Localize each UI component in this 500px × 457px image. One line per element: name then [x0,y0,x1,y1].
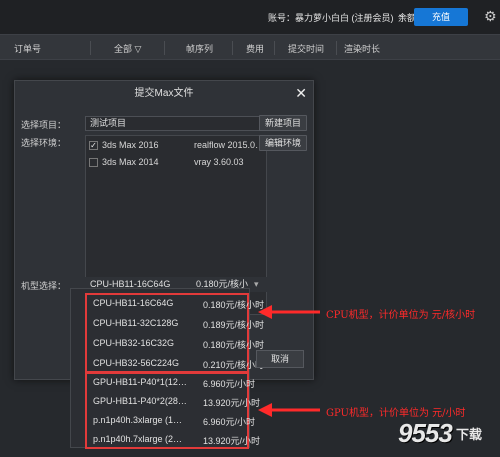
checkbox-icon[interactable] [89,158,98,167]
account-label: 账号：暴力萝小白白 (注册会员) [268,13,394,23]
item-price: 0.180元/核小时 [203,300,265,310]
item-name: p.n1p40h.3xlarge (1… [93,415,183,425]
col-divider [232,41,233,55]
item-price: 13.920元/小时 [203,398,261,408]
item-name: GPU-HB11-P40*2(28… [93,396,187,406]
dropdown-item[interactable]: CPU-HB11-16C64G 0.180元/核小时 [87,293,264,313]
project-label: 选择项目： [21,120,67,130]
item-name: CPU-HB11-32C128G [93,318,179,328]
item-price: 13.920元/小时 [203,436,261,446]
col-cost: 费用 [246,44,265,54]
col-divider [336,41,337,55]
chevron-down-icon: ▾ [254,279,259,289]
dropdown-item[interactable]: CPU-HB11-32C128G 0.189元/核小时 [87,313,264,333]
dropdown-item[interactable]: GPU-HB11-P40*2(28… 13.920元/小时 [87,391,261,411]
gpu-annotation: GPU机型，计价单位为 元/小时 [326,408,466,419]
env-name: 3ds Max 2016 [102,140,159,150]
project-select[interactable]: 测试项目 [85,116,267,131]
gear-icon[interactable]: ⚙ [484,8,498,24]
arrow-icon [258,403,320,417]
recharge-button[interactable]: 充值 [414,8,468,26]
machine-label: 机型选择： [21,281,67,291]
col-frame-seq: 帧序列 [186,44,214,54]
item-name: p.n1p40h.7xlarge (2… [93,434,183,444]
cancel-button[interactable]: 取消 [256,350,304,368]
env-plugin: vray 3.60.03 [194,157,244,167]
dropdown-item[interactable]: CPU-HB32-56C224G 0.210元/核小时 [87,353,264,373]
item-name: GPU-HB11-P40*1(12… [93,377,187,387]
list-item[interactable]: 3ds Max 2014 vray 3.60.03 [86,155,266,171]
chevron-down-icon[interactable]: ⌄ [397,9,405,20]
top-bar: 账号：暴力萝小白白 (注册会员) 余额：11.07 ⌄ 充值 ⚙ [0,0,500,34]
watermark-logo: 9553 [398,418,453,448]
table-header: 订单号 全部 ▽ 帧序列 费用 提交时间 渲染时长 [0,34,500,60]
watermark-sub: 下载 [456,427,483,442]
list-item[interactable]: ✓ 3ds Max 2016 realflow 2015.0… [86,138,266,154]
dropdown-item[interactable]: p.n1p40h.7xlarge (2… 13.920元/小时 [87,429,261,449]
dialog-title: 提交Max文件 [134,88,194,99]
cpu-annotation: CPU机型，计价单位为 元/核小时 [326,310,476,321]
col-divider [274,41,275,55]
checkbox-checked-icon[interactable]: ✓ [89,141,98,150]
col-divider [164,41,165,55]
dropdown-item[interactable]: p.n1p40h.3xlarge (1… 6.960元/小时 [87,410,257,430]
col-order-id: 订单号 [14,44,42,54]
app-window: 账号：暴力萝小白白 (注册会员) 余额：11.07 ⌄ 充值 ⚙ 订单号 全部 … [0,0,500,457]
col-submit-time: 提交时间 [288,44,325,54]
env-name: 3ds Max 2014 [102,157,159,167]
env-label: 选择环境： [21,138,67,148]
dropdown-item[interactable]: GPU-HB11-P40*1(12… 6.960元/小时 [87,372,257,392]
dropdown-item[interactable]: CPU-HB32-16C32G 0.180元/核小时 [87,333,264,353]
item-price: 0.189元/核小时 [203,320,265,330]
item-price: 6.960元/小时 [203,379,256,389]
machine-dropdown: CPU-HB11-16C64G 0.180元/核小时 CPU-HB11-32C1… [70,288,264,449]
item-name: CPU-HB32-16C32G [93,338,175,348]
item-name: CPU-HB11-16C64G [93,298,174,308]
item-price: 0.180元/核小时 [203,340,265,350]
arrow-icon [258,305,320,319]
col-filter-all[interactable]: 全部 ▽ [114,42,141,55]
edit-env-button[interactable]: 编辑环境 [259,135,307,151]
item-price: 6.960元/小时 [203,417,256,427]
col-render-duration: 渲染时长 [344,44,381,54]
env-plugin: realflow 2015.0… [194,140,265,150]
item-price: 0.210元/核小时 [203,360,265,370]
close-icon[interactable]: ✕ [295,85,307,102]
new-project-button[interactable]: 新建项目 [259,115,307,131]
col-divider [90,41,91,55]
item-name: CPU-HB32-56C224G [93,358,180,368]
